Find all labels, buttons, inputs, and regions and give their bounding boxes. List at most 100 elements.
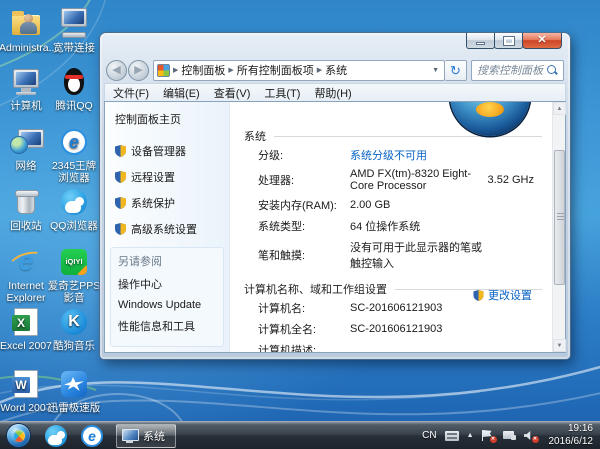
see-also-box: 另请参阅 操作中心 Windows Update 性能信息和工具 <box>110 247 224 347</box>
ram-value: 2.00 GB <box>350 199 484 211</box>
desktop-icon-administrator[interactable]: Administra... <box>0 8 53 54</box>
system-control-panel-window: ✕ ◀ ▶ ▶ 控制面板 ▶ 所有控制面板项 ▶ 系统 ▼ ↻ 搜索控制面板 <box>100 33 570 359</box>
section-title-computer-name: 计算机名称、域和工作组设置 <box>244 281 387 297</box>
desktop-icon-tencent-qq[interactable]: 腾讯QQ <box>47 66 101 112</box>
section-title-system: 系统 <box>244 128 266 144</box>
desktop-icon-computer[interactable]: 计算机 <box>0 66 53 112</box>
sidebar-item-system-protection[interactable]: 系统保护 <box>115 195 223 211</box>
desktop-icon-2345-browser[interactable]: e 2345王牌浏览器 <box>47 126 101 184</box>
desktop-icon-excel[interactable]: X Excel 2007 <box>0 306 53 352</box>
sidebar-item-action-center[interactable]: 操作中心 <box>118 276 216 292</box>
muted-badge: ✕ <box>532 436 539 443</box>
close-icon: ✕ <box>523 33 561 48</box>
breadcrumb-separator: ▶ <box>173 66 178 74</box>
back-button[interactable]: ◀ <box>106 60 127 81</box>
refresh-button[interactable]: ↻ <box>445 60 467 81</box>
sidebar-item-device-manager[interactable]: 设备管理器 <box>115 143 223 159</box>
keyboard-layout-icon[interactable] <box>445 431 459 441</box>
scroll-up-arrow[interactable]: ▲ <box>553 102 566 115</box>
menu-bar: 文件(F) 编辑(E) 查看(V) 工具(T) 帮助(H) <box>104 83 566 101</box>
desktop-icon-internet-explorer[interactable]: e Internet Explorer <box>0 246 53 304</box>
recycle-bin-icon <box>10 186 42 218</box>
scroll-down-arrow[interactable]: ▼ <box>553 339 566 352</box>
desktop-icon-qq-browser[interactable]: QQ浏览器 <box>47 186 101 232</box>
desktop-icon-label: Administra... <box>0 42 53 54</box>
desktop-icon-recycle-bin[interactable]: 回收站 <box>0 186 53 232</box>
caption-buttons: ✕ <box>467 33 562 49</box>
desktop-icon-label: Excel 2007 <box>0 340 53 352</box>
breadcrumb-all-items[interactable]: 所有控制面板项 <box>237 62 314 78</box>
rating-unavailable-link[interactable]: 系统分级不可用 <box>350 147 484 163</box>
vertical-scrollbar[interactable]: ▲ ▼ <box>552 102 565 352</box>
2345-browser-icon: e <box>58 126 90 158</box>
system-info-content: 系统 分级: 系统分级不可用 处理器: AMD FX(tm)-8320 Eigh… <box>230 102 552 352</box>
clock-time: 19:16 <box>549 423 594 436</box>
control-panel-icon <box>157 64 170 77</box>
menu-tools[interactable]: 工具(T) <box>264 85 300 101</box>
scrollbar-thumb[interactable] <box>554 150 565 285</box>
sidebar-item-advanced-system-settings[interactable]: 高级系统设置 <box>115 221 223 237</box>
desktop-icon-broadband[interactable]: 宽带连接 <box>47 8 101 54</box>
minimize-button[interactable] <box>466 33 495 49</box>
system-tray: CN ▲ ✕ ✕ 19:16 2016/6/12 <box>422 423 600 448</box>
address-dropdown-icon[interactable]: ▼ <box>430 67 441 74</box>
desktop-icon-label: 计算机 <box>0 100 53 112</box>
action-center-icon[interactable]: ✕ <box>482 430 495 441</box>
computer-name-section: 计算机名称、域和工作组设置 更改设置 计算机名: SC-201606121903… <box>244 281 542 352</box>
clock[interactable]: 19:16 2016/6/12 <box>545 423 594 448</box>
network-tray-icon[interactable] <box>503 430 516 441</box>
desktop-icon-label: Word 2007 <box>0 402 53 414</box>
title-bar[interactable]: ✕ <box>104 33 566 57</box>
search-icon <box>546 64 558 76</box>
desktop-icon-network[interactable]: 网络 <box>0 126 53 172</box>
qq-penguin-icon <box>58 66 90 98</box>
taskbar-qq-browser-icon[interactable] <box>45 425 67 447</box>
desktop-icon-kugou[interactable]: K 酷狗音乐 <box>47 306 101 352</box>
sidebar-item-windows-update[interactable]: Windows Update <box>118 299 216 311</box>
sidebar-item-control-panel-home[interactable]: 控制面板主页 <box>115 111 223 127</box>
close-button[interactable]: ✕ <box>522 33 562 49</box>
start-button[interactable] <box>7 424 30 447</box>
taskbar: e 系统 CN ▲ ✕ ✕ 19:16 2016/6/12 <box>0 421 600 449</box>
uac-shield-icon <box>115 145 126 157</box>
processor-speed: 3.52 GHz <box>488 174 542 186</box>
volume-icon[interactable]: ✕ <box>524 430 537 441</box>
desktop-icon-xunlei[interactable]: 迅雷极速版 <box>47 368 101 414</box>
computer-name-label: 计算机名: <box>258 300 350 316</box>
uac-shield-icon <box>473 290 484 301</box>
desktop-icon-label: 迅雷极速版 <box>47 402 101 414</box>
breadcrumb-system[interactable]: 系统 <box>325 62 347 78</box>
desktop-icon-word[interactable]: W Word 2007 <box>0 368 53 414</box>
xunlei-icon <box>58 368 90 400</box>
breadcrumb-control-panel[interactable]: 控制面板 <box>181 62 225 78</box>
sidebar: 控制面板主页 设备管理器 远程设置 系统保护 高级系统设置 <box>105 102 230 352</box>
menu-help[interactable]: 帮助(H) <box>314 85 351 101</box>
forward-button[interactable]: ▶ <box>128 60 149 81</box>
menu-edit[interactable]: 编辑(E) <box>163 85 200 101</box>
language-indicator[interactable]: CN <box>422 430 436 441</box>
taskbar-task-system[interactable]: 系统 <box>116 424 176 448</box>
show-hidden-icons[interactable]: ▲ <box>467 432 474 439</box>
menu-file[interactable]: 文件(F) <box>113 85 149 101</box>
menu-view[interactable]: 查看(V) <box>214 85 251 101</box>
address-bar[interactable]: ▶ 控制面板 ▶ 所有控制面板项 ▶ 系统 ▼ <box>153 60 445 81</box>
sidebar-item-remote-settings[interactable]: 远程设置 <box>115 169 223 185</box>
iqiyi-icon: iQIYI <box>58 246 90 278</box>
word-icon: W <box>10 368 42 400</box>
taskbar-2345-browser-icon[interactable]: e <box>81 425 103 447</box>
uac-shield-icon <box>115 223 126 235</box>
search-box[interactable]: 搜索控制面板 <box>471 60 564 81</box>
maximize-button[interactable] <box>494 33 523 49</box>
desktop-icon-label: 酷狗音乐 <box>47 340 101 352</box>
maximize-icon <box>504 37 514 45</box>
desktop-icon-label: 腾讯QQ <box>47 100 101 112</box>
ram-label: 安装内存(RAM): <box>258 197 350 213</box>
desktop-icon-iqiyi[interactable]: iQIYI 爱奇艺PPS影音 <box>47 246 101 304</box>
broadband-icon <box>58 8 90 40</box>
excel-icon: X <box>10 306 42 338</box>
sidebar-item-performance-tools[interactable]: 性能信息和工具 <box>118 318 216 334</box>
rating-label: 分级: <box>258 147 350 163</box>
change-settings-link[interactable]: 更改设置 <box>473 287 532 303</box>
navigation-bar: ◀ ▶ ▶ 控制面板 ▶ 所有控制面板项 ▶ 系统 ▼ ↻ 搜索控制面板 <box>104 57 566 83</box>
system-type-label: 系统类型: <box>258 218 350 234</box>
